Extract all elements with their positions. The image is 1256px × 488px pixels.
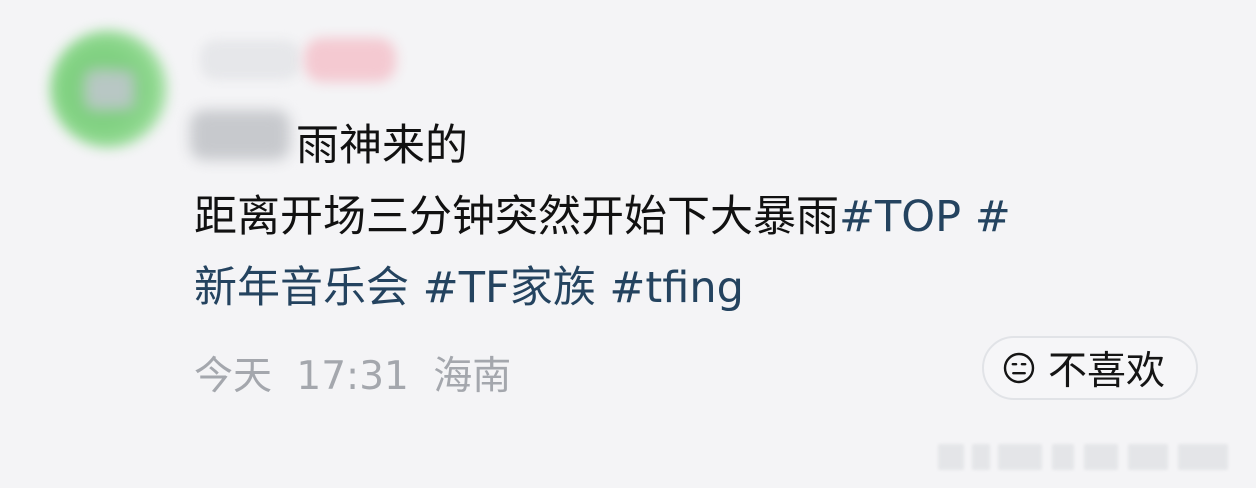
- blurred-username[interactable]: [200, 40, 300, 80]
- hashtag-new-year-concert[interactable]: 新年音乐会: [194, 263, 409, 313]
- post-location: 海南: [433, 354, 512, 399]
- hashtag-top-prefix[interactable]: #TOP #: [839, 192, 1011, 242]
- post-text-line-1: 雨神来的: [296, 121, 468, 171]
- post-date: 今天: [194, 354, 273, 399]
- post-metadata: 今天 17:31 海南: [194, 350, 511, 404]
- blurred-watermark: [938, 444, 1228, 470]
- post-card: 雨神来的 距离开场三分钟突然开始下大暴雨#TOP # 新年音乐会 #TF家族 #…: [0, 0, 1256, 488]
- post-text: 雨神来的 距离开场三分钟突然开始下大暴雨#TOP # 新年音乐会 #TF家族 #…: [194, 111, 1184, 324]
- hashtag-tfing[interactable]: #tfing: [609, 263, 744, 313]
- blurred-user-badge: [304, 38, 396, 82]
- dislike-button[interactable]: 不喜欢: [982, 336, 1198, 400]
- post-time: 17:31: [296, 354, 409, 399]
- post-text-line-3: 新年音乐会 #TF家族 #tfing: [194, 253, 1184, 324]
- avatar-image-detail: [85, 70, 135, 110]
- hashtag-tf-family[interactable]: #TF家族: [423, 263, 596, 313]
- dislike-label: 不喜欢: [1048, 349, 1166, 394]
- user-avatar[interactable]: [50, 30, 168, 148]
- post-text-line-2: 距离开场三分钟突然开始下大暴雨#TOP #: [194, 182, 1184, 253]
- post-plain-text: 距离开场三分钟突然开始下大暴雨: [194, 192, 839, 242]
- neutral-face-icon: [1003, 352, 1035, 384]
